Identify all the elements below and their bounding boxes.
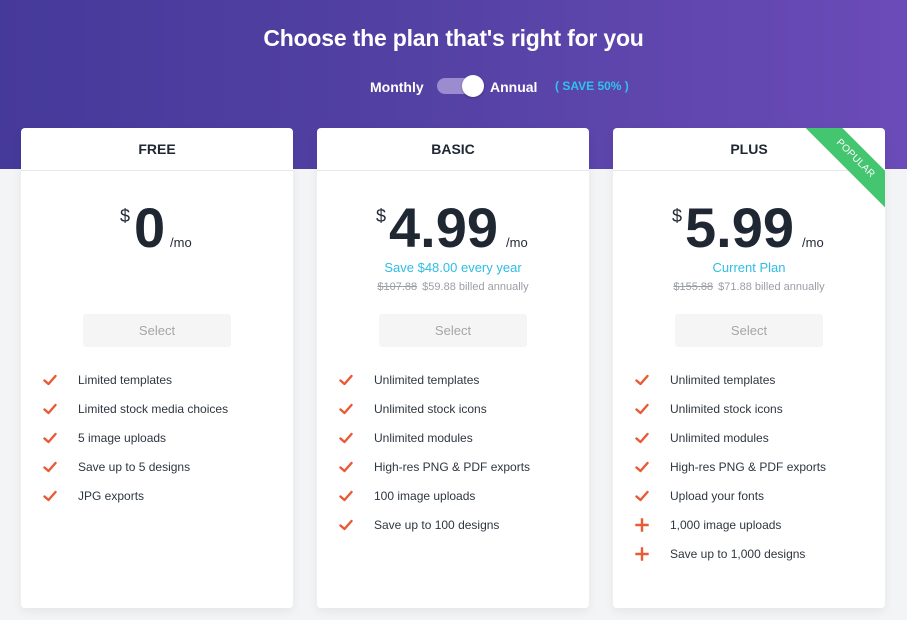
switch-knob[interactable]: [462, 75, 484, 97]
price-amount: 5.99: [685, 196, 794, 259]
select-plus-button[interactable]: Select: [675, 314, 823, 347]
plan-price: $ 0 /mo: [21, 200, 293, 260]
check-icon: [43, 490, 57, 502]
feature-text: Unlimited modules: [374, 431, 473, 445]
monthly-label[interactable]: Monthly: [370, 79, 424, 95]
plan-card-basic: BASIC $ 4.99 /mo Save $48.00 every year …: [317, 128, 589, 608]
feature-item: Save up to 1,000 designs: [613, 546, 885, 575]
plan-price: $ 4.99 /mo: [317, 200, 589, 260]
feature-item: JPG exports: [21, 488, 293, 517]
plan-price: $ 5.99 /mo: [613, 200, 885, 260]
feature-text: 100 image uploads: [374, 489, 476, 503]
feature-item: Unlimited templates: [317, 372, 589, 401]
savings-text: Save $48.00 every year: [384, 260, 522, 275]
feature-list: Unlimited templates Unlimited stock icon…: [317, 372, 589, 546]
check-icon: [43, 374, 57, 386]
select-basic-button[interactable]: Select: [379, 314, 527, 347]
check-icon: [339, 461, 353, 473]
original-price: $107.88: [377, 281, 418, 293]
feature-text: Unlimited templates: [374, 373, 480, 387]
feature-item: Upload your fonts: [613, 488, 885, 517]
currency-symbol: $: [672, 206, 683, 226]
check-icon: [339, 432, 353, 444]
plus-icon: [635, 547, 649, 561]
feature-text: Limited stock media choices: [78, 402, 229, 416]
feature-item: Limited stock media choices: [21, 401, 293, 430]
check-icon: [43, 403, 57, 415]
feature-item: 5 image uploads: [21, 430, 293, 459]
plan-name: BASIC: [317, 128, 589, 171]
check-icon: [635, 403, 649, 415]
check-icon: [635, 490, 649, 502]
feature-text: 5 image uploads: [78, 431, 167, 445]
check-icon: [635, 461, 649, 473]
feature-list: Limited templates Limited stock media ch…: [21, 372, 293, 517]
feature-text: Save up to 5 designs: [78, 460, 191, 474]
feature-item: Unlimited modules: [317, 430, 589, 459]
feature-text: Save up to 100 designs: [374, 518, 500, 532]
feature-text: Unlimited stock icons: [374, 402, 487, 416]
check-icon: [339, 519, 353, 531]
price-period: /mo: [802, 235, 824, 250]
billed-annually-text: $59.88 billed annually: [422, 281, 529, 293]
feature-text: Unlimited templates: [670, 373, 776, 387]
feature-item: Unlimited stock icons: [317, 401, 589, 430]
price-period: /mo: [170, 235, 192, 250]
price-period: /mo: [506, 235, 528, 250]
original-price: $155.88: [673, 281, 714, 293]
feature-item: Unlimited modules: [613, 430, 885, 459]
feature-item: High-res PNG & PDF exports: [613, 459, 885, 488]
feature-item: Save up to 5 designs: [21, 459, 293, 488]
feature-text: JPG exports: [78, 489, 145, 503]
feature-item: Unlimited templates: [613, 372, 885, 401]
plan-card-free: FREE $ 0 /mo Select Limited templates Li…: [21, 128, 293, 608]
save-badge: ( SAVE 50% ): [555, 79, 629, 93]
feature-item: 1,000 image uploads: [613, 517, 885, 546]
check-icon: [635, 432, 649, 444]
plan-card-plus: PLUS POPULAR $ 5.99 /mo Current Plan $15…: [613, 128, 885, 608]
billing-details: $107.88 $59.88 billed annually: [317, 281, 589, 293]
annual-label[interactable]: Annual: [490, 79, 537, 95]
page-title: Choose the plan that's right for you: [263, 25, 644, 51]
plus-icon: [635, 518, 649, 532]
billing-toggle-group: Monthly Annual ( SAVE 50% ): [0, 75, 907, 98]
check-icon: [43, 432, 57, 444]
price-amount: 0: [134, 196, 166, 259]
feature-list: Unlimited templates Unlimited stock icon…: [613, 372, 885, 575]
feature-text: Unlimited modules: [670, 431, 769, 445]
check-icon: [339, 374, 353, 386]
feature-text: Unlimited stock icons: [670, 402, 783, 416]
feature-item: High-res PNG & PDF exports: [317, 459, 589, 488]
currency-symbol: $: [120, 206, 131, 226]
check-icon: [339, 490, 353, 502]
feature-text: Save up to 1,000 designs: [670, 547, 806, 561]
feature-item: 100 image uploads: [317, 488, 589, 517]
feature-item: Save up to 100 designs: [317, 517, 589, 546]
plan-name: FREE: [21, 128, 293, 171]
feature-text: High-res PNG & PDF exports: [670, 460, 827, 474]
currency-symbol: $: [376, 206, 387, 226]
check-icon: [635, 374, 649, 386]
current-plan-label: Current Plan: [712, 260, 786, 275]
check-icon: [339, 403, 353, 415]
feature-text: High-res PNG & PDF exports: [374, 460, 531, 474]
billing-details: $155.88 $71.88 billed annually: [613, 281, 885, 293]
feature-text: 1,000 image uploads: [670, 518, 782, 532]
billing-period-switch[interactable]: [437, 75, 484, 97]
check-icon: [43, 461, 57, 473]
feature-text: Limited templates: [78, 373, 173, 387]
select-free-button[interactable]: Select: [83, 314, 231, 347]
feature-item: Limited templates: [21, 372, 293, 401]
feature-text: Upload your fonts: [670, 489, 765, 503]
billed-annually-text: $71.88 billed annually: [718, 281, 825, 293]
feature-item: Unlimited stock icons: [613, 401, 885, 430]
price-amount: 4.99: [389, 196, 498, 259]
